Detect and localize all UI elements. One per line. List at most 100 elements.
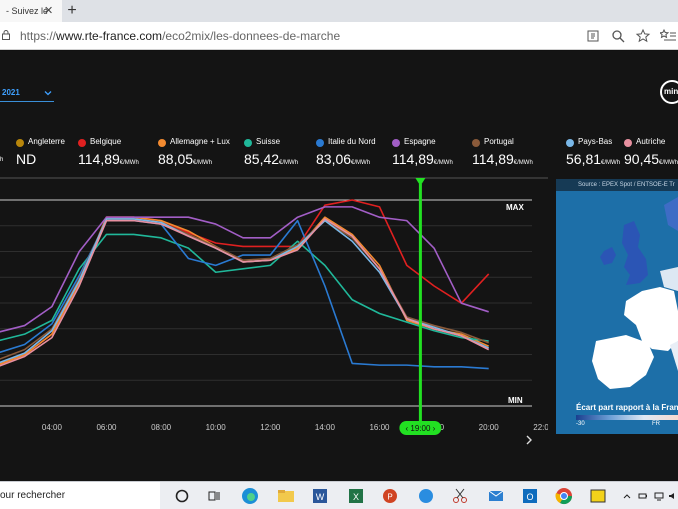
great-britain-shape (622, 221, 648, 285)
map-caption: Écart part rapport à la France (576, 403, 678, 412)
favorites-bar-icon[interactable] (660, 28, 676, 44)
iberia-shape (592, 335, 654, 389)
country-price-value: 83,06€/MWh (316, 151, 370, 167)
browser-tab-bar: - Suivez lé ✕ + (0, 0, 678, 22)
chrome-icon[interactable] (554, 486, 574, 506)
map-source: Source : EPEX Spot / ENTSOE-E Tr (556, 179, 678, 191)
country-name: Pays-Bas (578, 137, 613, 146)
country-color-dot (16, 139, 24, 147)
tab-title: - Suivez lé (6, 6, 49, 16)
file-explorer-icon[interactable] (276, 486, 296, 506)
country-price-value: 114,89€/MWh (78, 151, 139, 167)
logo-text: min (664, 87, 678, 96)
ireland-shape (600, 247, 616, 265)
country-color-dot (158, 139, 166, 147)
url-text[interactable]: https://www.rte-france.com/eco2mix/les-d… (20, 29, 340, 43)
country-price-value: 85,42€/MWh (244, 151, 298, 167)
word-icon[interactable]: W (310, 486, 330, 506)
address-bar[interactable]: https://www.rte-france.com/eco2mix/les-d… (0, 22, 678, 50)
map-color-legend (576, 415, 678, 420)
country-price-value: 88,05€/MWh (158, 151, 212, 167)
zoom-icon[interactable] (610, 28, 626, 44)
map-legend-min: -30 (576, 421, 585, 427)
lock-icon (2, 30, 10, 40)
price-unit: €/MWh (193, 160, 213, 166)
chevron-down-icon (44, 91, 52, 96)
url-domain: www.rte-france.com (56, 29, 163, 43)
x-tick-label: 08:00 (151, 423, 172, 432)
x-tick-label: 06:00 (96, 423, 117, 432)
new-tab-button[interactable]: + (64, 2, 80, 20)
cortana-icon[interactable] (172, 486, 192, 506)
country-color-dot (78, 139, 86, 147)
price-chart[interactable]: MAX MIN 04:00 06:00 08:00 10:00 12:00 14:00 16:0… (0, 176, 548, 456)
chevron-right-icon[interactable] (524, 433, 534, 447)
price-unit: €/MWh (433, 160, 453, 166)
europe-map-panel[interactable]: Source : EPEX Spot / ENTSOE-E Tr Écart p… (556, 179, 678, 434)
x-tick-label: 22:00 (533, 423, 548, 432)
lead-unit-fragment: h (0, 157, 4, 163)
country-color-dot (624, 139, 632, 147)
svg-text:W: W (316, 492, 325, 502)
app-icon-yellow[interactable] (588, 486, 608, 506)
x-tick-label: 10:00 (206, 423, 227, 432)
min-label: MIN (508, 396, 523, 405)
svg-text:O: O (526, 492, 533, 502)
x-tick-label: 16:00 (369, 423, 390, 432)
price-unit: €/MWh (119, 160, 139, 166)
close-tab-icon[interactable]: ✕ (44, 4, 53, 17)
country-name: Allemagne + Lux (170, 137, 230, 146)
battery-icon[interactable] (638, 491, 648, 501)
powerpoint-icon[interactable]: P (380, 486, 400, 506)
price-unit: €/MWh (513, 160, 533, 166)
favorite-star-icon[interactable] (635, 28, 651, 44)
chart-background (0, 176, 548, 456)
snipping-tool-icon[interactable] (450, 486, 470, 506)
skype-icon[interactable] (416, 486, 436, 506)
country-price-value: ND (16, 151, 36, 167)
x-tick-label: 14:00 (315, 423, 336, 432)
country-name: Autriche (636, 137, 666, 146)
logo[interactable]: min (660, 80, 678, 104)
price-number: 56,81 (566, 151, 602, 167)
period-selector[interactable]: 2021 (0, 88, 54, 102)
country-price-value: 56,81€/MWh (566, 151, 620, 167)
country-color-dot (472, 139, 480, 147)
price-unit: €/MWh (659, 160, 678, 166)
country-color-dot (392, 139, 400, 147)
taskbar-search-box[interactable]: our rechercher (0, 482, 160, 509)
country-color-dot (316, 139, 324, 147)
country-price-value: 114,89€/MWh (472, 151, 533, 167)
price-unit: €/MWh (601, 160, 621, 166)
price-number: 114,89 (472, 151, 514, 167)
network-icon[interactable] (654, 491, 664, 501)
price-unit: €/MWh (351, 160, 371, 166)
country-price-value: 90,45€/MWh (624, 151, 678, 167)
country-name: Portugal (484, 137, 514, 146)
country-name: Suisse (256, 137, 281, 146)
country-name: Espagne (404, 137, 436, 146)
browser-tab[interactable]: - Suivez lé ✕ (0, 0, 62, 22)
europe-map (592, 197, 678, 389)
max-label: MAX (506, 203, 524, 212)
volume-icon[interactable] (668, 491, 678, 501)
excel-icon[interactable]: X (346, 486, 366, 506)
period-label: 2021 (2, 88, 20, 97)
task-view-icon[interactable] (204, 486, 224, 506)
price-number: 83,06 (316, 151, 352, 167)
edge-browser-icon[interactable] (240, 486, 260, 506)
price-number: 85,42 (244, 151, 280, 167)
eco2mix-page: 2021 min h Angleterre ND Belgique 114,89€/M… (0, 51, 678, 481)
url-scheme: https:// (20, 29, 57, 43)
country-name: Italie du Nord (328, 137, 376, 146)
taskbar-search-placeholder: our rechercher (0, 490, 66, 501)
x-tick-label: 12:00 (260, 423, 281, 432)
outlook-icon[interactable]: O (520, 486, 540, 506)
mail-icon[interactable] (486, 486, 506, 506)
reader-view-icon[interactable] (586, 28, 602, 44)
country-color-dot (566, 139, 574, 147)
central-europe-shape (660, 267, 678, 291)
price-number: 90,45 (624, 151, 660, 167)
chevron-up-icon[interactable] (622, 491, 632, 501)
time-cursor-label: ‹ 19:00 › (406, 424, 436, 433)
